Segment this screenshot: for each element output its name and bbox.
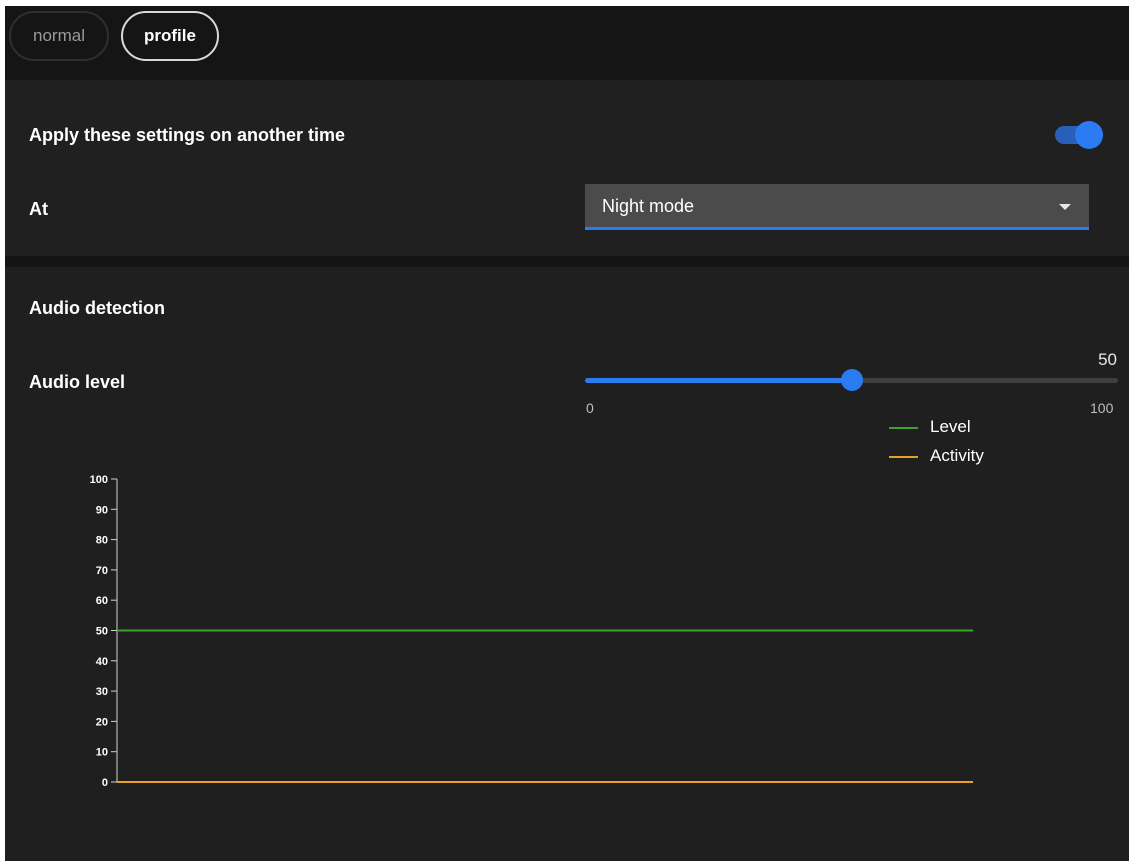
y-tick-label: 10 <box>96 747 108 759</box>
y-tick-label: 50 <box>96 626 108 638</box>
settings-panel: normal profile Apply these settings on a… <box>5 6 1129 861</box>
y-tick-label: 70 <box>96 565 108 577</box>
y-tick-label: 20 <box>96 716 108 728</box>
audio-chart: 0 10 20 30 40 50 60 70 80 90 100 <box>90 474 973 789</box>
y-tick-label: 80 <box>96 535 108 547</box>
y-tick-label: 60 <box>96 595 108 607</box>
y-tick-label: 0 <box>102 777 108 789</box>
y-tick-label: 90 <box>96 504 108 516</box>
y-tick-label: 30 <box>96 686 108 698</box>
y-tick-label: 100 <box>90 474 108 486</box>
y-tick-label: 40 <box>96 656 108 668</box>
